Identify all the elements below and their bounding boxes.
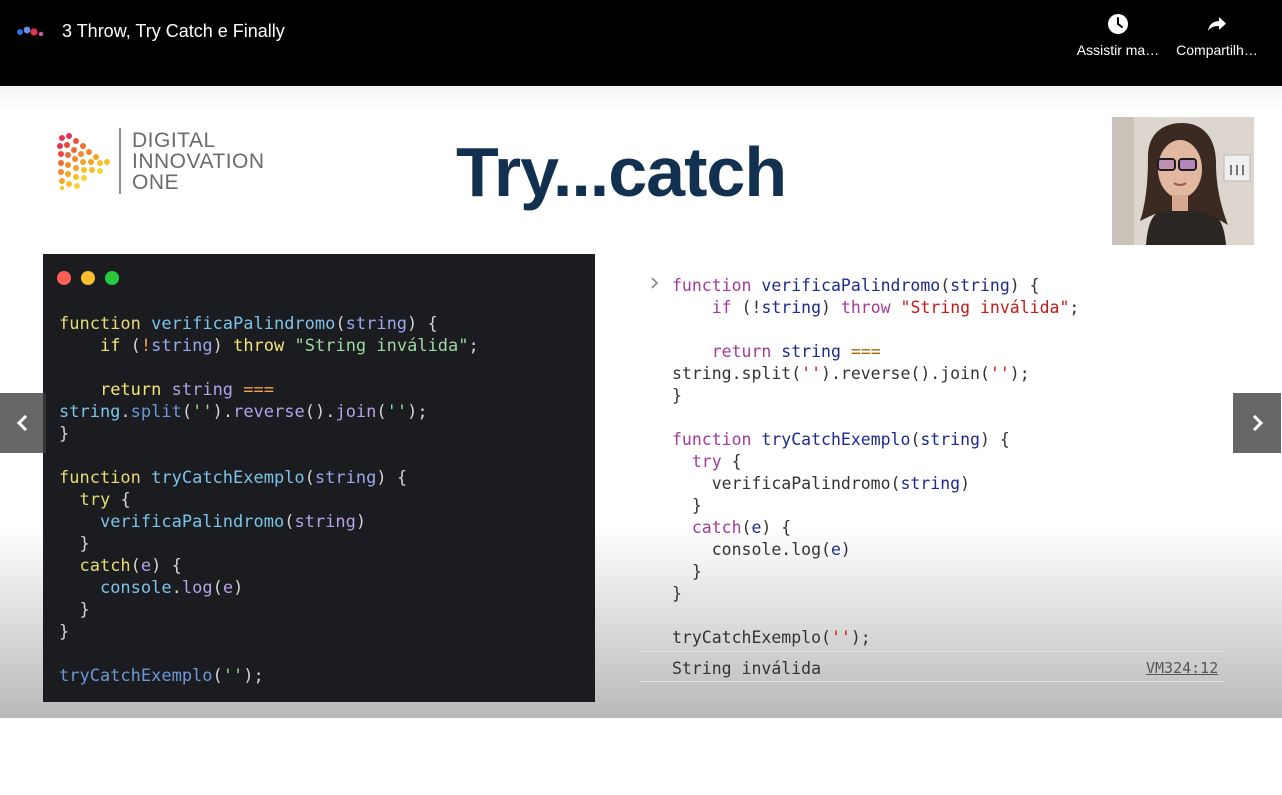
browser-console-panel: function verificaPalindromo(string) { if…	[640, 262, 1240, 682]
dio-logo: DIGITAL INNOVATION ONE	[56, 126, 286, 198]
next-button[interactable]	[1233, 393, 1281, 453]
video-top-bar: 3 Throw, Try Catch e Finally Assistir ma…	[0, 0, 1282, 86]
logo-line-3: ONE	[132, 171, 180, 194]
code-editor-panel: function verificaPalindromo(string) { if…	[43, 254, 595, 702]
share-button[interactable]: Compartilh…	[1171, 12, 1263, 58]
chevron-right-icon	[1252, 414, 1264, 432]
share-icon	[1208, 17, 1226, 31]
slide-heading: Try...catch	[456, 133, 787, 211]
logo-line-1: DIGITAL	[132, 129, 216, 152]
console-code: function verificaPalindromo(string) { if…	[672, 276, 1080, 647]
presenter-image	[1112, 117, 1254, 245]
clock-icon	[1108, 14, 1128, 34]
chevron-left-icon	[16, 414, 28, 432]
console-source-link[interactable]: VM324:12	[1146, 659, 1218, 677]
dio-logo-text: DIGITAL INNOVATION ONE	[132, 130, 265, 193]
dio-logo-icon	[57, 133, 110, 190]
close-dot-icon	[57, 271, 71, 285]
console-divider-bottom	[640, 681, 1224, 682]
logo-line-2: INNOVATION	[132, 150, 265, 173]
channel-logo-icon[interactable]	[16, 24, 48, 40]
logo-divider	[119, 128, 121, 194]
editor-code: function verificaPalindromo(string) { if…	[59, 314, 479, 686]
minimize-dot-icon	[81, 271, 95, 285]
watch-later-button[interactable]: Assistir ma…	[1072, 12, 1164, 58]
console-output: String inválida	[672, 659, 822, 678]
console-prompt-icon	[651, 277, 659, 289]
share-label: Compartilh…	[1176, 42, 1258, 58]
console-divider	[640, 651, 1224, 652]
watch-later-label: Assistir ma…	[1076, 42, 1160, 58]
maximize-dot-icon	[105, 271, 119, 285]
video-title[interactable]: 3 Throw, Try Catch e Finally	[62, 21, 285, 42]
video-frame[interactable]: DIGITAL INNOVATION ONE Try...catch funct…	[0, 86, 1282, 718]
presenter-webcam	[1112, 117, 1254, 245]
previous-button[interactable]	[0, 393, 46, 453]
